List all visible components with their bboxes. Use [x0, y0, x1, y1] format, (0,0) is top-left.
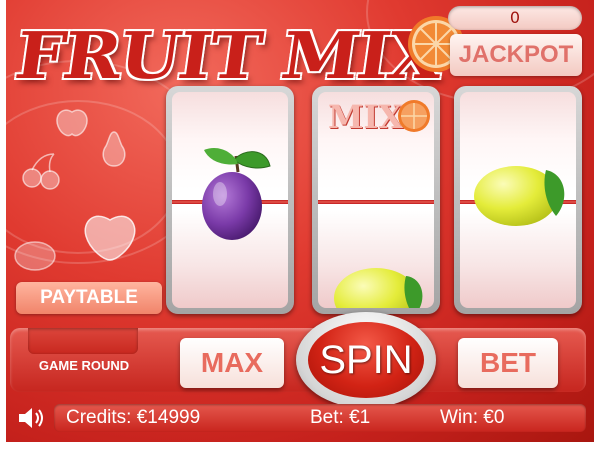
reel-window: MIX — [318, 92, 434, 308]
game-screen: FRUIT MIX 0 JACKPOT MIX PAYTABLE GAME RO… — [6, 0, 594, 442]
reel-1 — [166, 86, 294, 314]
fruit-outline-cherries-icon — [22, 153, 60, 190]
paytable-button[interactable]: PAYTABLE — [16, 282, 162, 314]
game-round-display — [28, 328, 138, 354]
credits-text: Credits: €14999 — [66, 407, 201, 428]
reel-window — [460, 92, 576, 308]
reel-window — [172, 92, 288, 308]
reel-3 — [454, 86, 582, 314]
lemon-icon — [474, 166, 565, 226]
plum-icon — [202, 147, 271, 240]
bet-text: Bet: €1 — [310, 407, 371, 428]
reel-2: MIX — [312, 86, 440, 314]
payline — [318, 200, 434, 204]
jackpot-label: JACKPOT — [450, 34, 582, 76]
fruit-outline-strawberry-icon — [84, 215, 136, 261]
max-button[interactable]: MAX — [180, 338, 284, 388]
speaker-icon[interactable] — [16, 406, 48, 430]
mix-logo-symbol: MIX — [328, 98, 404, 136]
game-title: FRUIT MIX — [10, 17, 447, 94]
spin-button[interactable]: SPIN — [308, 322, 424, 398]
win-text: Win: €0 — [440, 407, 505, 428]
orange-slice-icon — [398, 100, 430, 132]
game-round-label: GAME ROUND — [38, 358, 130, 373]
jackpot-value: 0 — [448, 6, 582, 30]
fruit-outline-lemon-icon — [14, 241, 56, 271]
fruit-outline-apple-icon — [56, 109, 88, 137]
fruit-outline-pear-icon — [102, 131, 126, 167]
lemon-icon — [334, 268, 423, 308]
bet-button[interactable]: BET — [458, 338, 558, 388]
